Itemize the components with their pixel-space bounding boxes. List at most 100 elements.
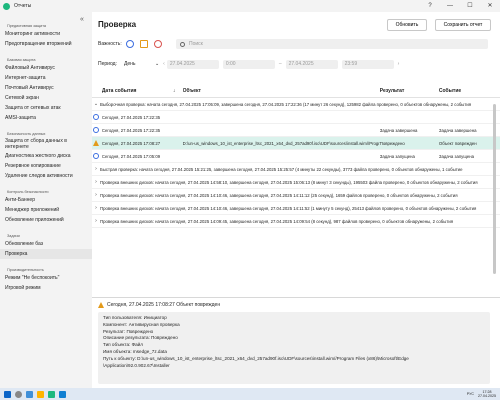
date-from-field[interactable]: 27.04.2025 — [166, 59, 219, 69]
expand-chevron-icon[interactable]: › — [92, 205, 100, 211]
chevron-right-icon[interactable]: › — [398, 61, 400, 67]
sidebar-item-data-collection[interactable]: Защита от сбора данных в интернете — [0, 137, 88, 151]
sidebar: « Предиктивная защита Мониторинг активно… — [0, 12, 92, 388]
sidebar-item-do-not-disturb[interactable]: Режим "Не беспокоить" — [0, 273, 92, 283]
group-summary: Проверка внешних дисков: начата сегодня,… — [100, 179, 478, 185]
column-object[interactable]: Объект — [183, 88, 380, 94]
search-input[interactable]: Поиск — [176, 39, 488, 49]
chevron-left-icon[interactable]: ‹ — [163, 61, 165, 67]
sidebar-item-anti-banner[interactable]: Анти-Баннер — [0, 195, 92, 205]
detail-line: Описание результата: Повреждено — [103, 335, 178, 341]
detail-line: \Application\92.0.902.67\Installer — [103, 362, 170, 368]
scan-group-row[interactable]: › Проверка внешних дисков: начата сегодня… — [92, 202, 500, 215]
cell-object: D:\un-us_windows_10_ist_enterprise_ltsc_… — [182, 140, 380, 146]
sidebar-item-firewall[interactable]: Сетевой экран — [0, 93, 92, 103]
scan-group-row[interactable]: › Проверка внешних дисков: начата сегодня… — [92, 215, 500, 228]
column-date[interactable]: Дата события — [102, 88, 173, 94]
search-placeholder: Поиск — [189, 41, 203, 47]
sidebar-item-app-manager[interactable]: Менеджер приложений — [0, 205, 92, 215]
cell-event: Объект поврежден — [438, 140, 477, 146]
minimize-button[interactable]: — — [440, 0, 460, 12]
info-icon — [92, 114, 99, 120]
scan-group-row[interactable]: › Проверка внешних дисков: начата сегодня… — [92, 189, 500, 202]
sidebar-group: Задачи Обновление баз Проверка — [0, 231, 92, 261]
sidebar-item-web-protection[interactable]: Интернет-защита — [0, 73, 92, 83]
scan-group-row[interactable]: ⌄ Выборочная проверка: начата сегодня, 27… — [92, 98, 500, 111]
scan-group-row[interactable]: › Быстрая проверка: начата сегодня, 27.04… — [92, 163, 500, 176]
expand-chevron-icon[interactable]: › — [92, 166, 100, 172]
table-row[interactable]: Сегодня, 27.04.2025 17:05:09 Задача запущ… — [92, 150, 500, 163]
expand-chevron-icon[interactable]: › — [92, 179, 100, 185]
help-icon[interactable]: ? — [420, 0, 440, 12]
info-icon — [92, 153, 99, 159]
table-row[interactable]: Сегодня, 27.04.2025 17:22:35 — [92, 111, 500, 124]
language-indicator[interactable]: РУС — [467, 392, 474, 396]
scan-group-row[interactable]: › Проверка внешних дисков: начата сегодня… — [92, 176, 500, 189]
main-panel: Проверка Обновить Сохранить отчет Важнос… — [92, 12, 500, 388]
cell-event: Задача запущена — [438, 153, 474, 159]
sidebar-item-app-updates[interactable]: Обновление приложений — [0, 215, 92, 225]
cell-result: Повреждено — [379, 140, 405, 146]
edge-icon[interactable] — [59, 390, 66, 398]
sidebar-item-database-update[interactable]: Обновление баз — [0, 239, 92, 249]
save-report-button[interactable]: Сохранить отчет — [435, 19, 491, 31]
sidebar-item-intrusion-prevention[interactable]: Предотвращение вторжений — [0, 39, 92, 49]
expand-chevron-icon[interactable]: ⌄ — [92, 101, 100, 107]
warning-icon — [92, 140, 99, 146]
expand-chevron-icon[interactable]: › — [92, 192, 100, 198]
warning-severity-icon[interactable] — [139, 40, 148, 48]
detail-title: Сегодня, 27.04.2025 17:08:27 Объект повр… — [98, 302, 220, 308]
sidebar-group: Безопасность данных Защита от сбора данн… — [0, 129, 92, 183]
sidebar-item-game-mode[interactable]: Игровой режим — [0, 283, 92, 293]
sidebar-item-network-attack[interactable]: Защита от сетевых атак — [0, 103, 92, 113]
severity-filter: Важность: — [98, 39, 168, 49]
group-summary: Проверка внешних дисков: начата сегодня,… — [100, 218, 454, 224]
sidebar-item-backup[interactable]: Резервное копирование — [0, 161, 92, 171]
sort-arrow-icon[interactable]: ↓ — [173, 88, 183, 94]
date-to-field[interactable]: 27.04.2025 — [285, 59, 338, 69]
explorer-icon[interactable] — [26, 390, 33, 398]
sidebar-item-privacy-cleaner[interactable]: Удаление следов активности — [0, 171, 92, 181]
period-select[interactable]: День — [120, 59, 151, 69]
detail-text-box[interactable]: Тип пользователя: Инициатор Компонент: А… — [98, 312, 490, 384]
group-summary: Проверка внешних дисков: начата сегодня,… — [100, 205, 477, 211]
close-button[interactable]: ✕ — [480, 0, 500, 12]
clock-date: 27.04.2025 — [478, 394, 496, 398]
sidebar-item-disk-diagnostics[interactable]: Диагностика жесткого диска — [0, 151, 92, 161]
sidebar-item-mail-antivirus[interactable]: Почтовый Антивирус — [0, 83, 92, 93]
expand-chevron-icon[interactable]: › — [92, 218, 100, 224]
time-from-field[interactable]: 0:00 — [222, 59, 275, 69]
collapse-sidebar-icon[interactable]: « — [80, 16, 84, 23]
period-label: Период: — [98, 61, 117, 67]
detail-line: Тип объекта: Файл — [103, 342, 143, 348]
chevron-down-icon: ⌄ — [154, 61, 160, 67]
start-icon[interactable] — [4, 390, 11, 398]
refresh-button[interactable]: Обновить — [387, 19, 427, 31]
sidebar-item-scan[interactable]: Проверка — [0, 249, 92, 259]
column-result[interactable]: Результат — [380, 88, 439, 94]
detail-line: Компонент: Антивирусная проверка — [103, 321, 180, 327]
detail-line: Тип пользователя: Инициатор — [103, 315, 167, 320]
sidebar-item-amsi[interactable]: AMSI-защита — [0, 113, 92, 123]
sidebar-group: Базовая защита Файловый Антивирус Интерн… — [0, 55, 92, 125]
search-taskbar-icon[interactable] — [15, 390, 22, 398]
group-summary: Быстрая проверка: начата сегодня, 27.04.… — [100, 166, 463, 172]
clock[interactable]: 17:28 27.04.2025 — [478, 390, 496, 398]
column-event[interactable]: Событие — [439, 88, 500, 94]
info-severity-icon[interactable] — [125, 40, 134, 48]
sidebar-item-activity-monitor[interactable]: Мониторинг активности — [0, 29, 92, 39]
vertical-scrollbar[interactable] — [493, 84, 497, 284]
window-title: Отчеты — [14, 3, 32, 9]
folder-icon[interactable] — [37, 390, 44, 398]
search-icon — [180, 41, 185, 47]
cell-event: Задача завершена — [438, 127, 477, 133]
maximize-button[interactable]: ☐ — [460, 0, 480, 12]
table-row[interactable]: Сегодня, 27.04.2025 17:22:35 Задача завер… — [92, 124, 500, 137]
critical-severity-icon[interactable] — [153, 40, 162, 48]
time-to-field[interactable]: 23:59 — [341, 59, 394, 69]
cell-result: Задача запущена — [379, 153, 415, 159]
antivirus-taskbar-icon[interactable] — [48, 390, 55, 398]
sidebar-item-file-antivirus[interactable]: Файловый Антивирус — [0, 63, 92, 73]
table-row[interactable]: Сегодня, 27.04.2025 17:08:27 D:\un-us_win… — [92, 137, 500, 150]
page-title: Проверка — [98, 20, 137, 29]
